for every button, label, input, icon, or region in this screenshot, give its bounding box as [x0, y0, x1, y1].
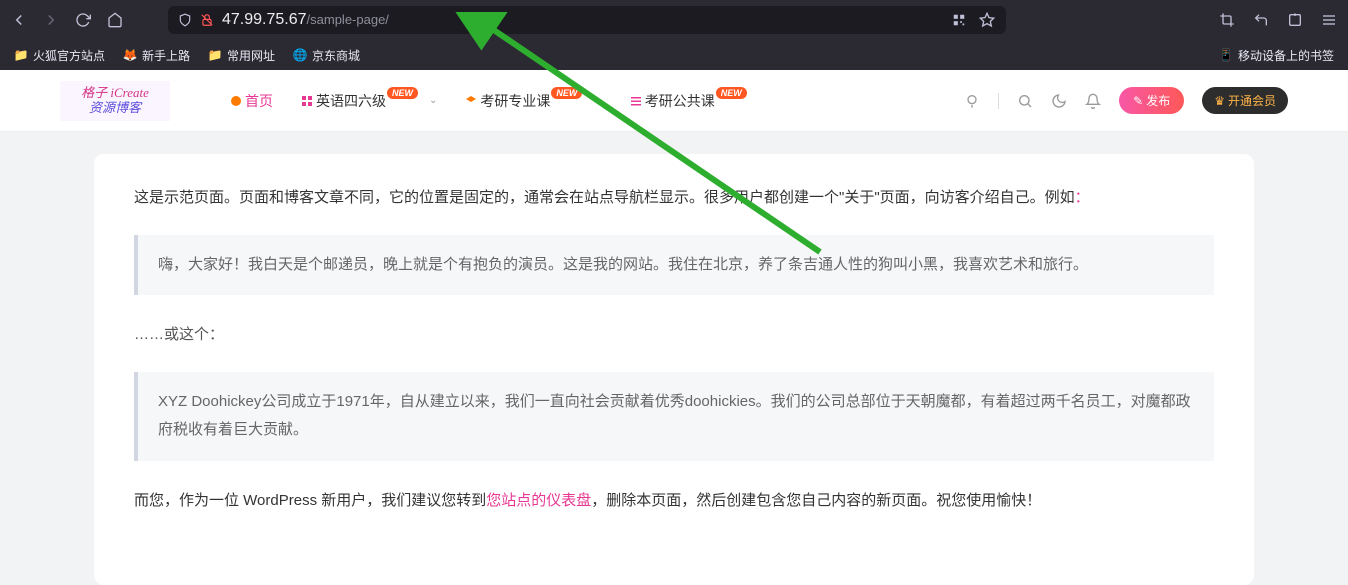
bookmarks-bar: 📁火狐官方站点 🦊新手上路 📁常用网址 🌐京东商城 📱移动设备上的书签 — [0, 40, 1348, 70]
star-icon[interactable] — [978, 11, 996, 29]
quote-block-2: XYZ Doohickey公司成立于1971年，自从建立以来，我们一直向社会贡献… — [134, 372, 1214, 461]
bulb-icon[interactable] — [964, 93, 980, 109]
member-button[interactable]: ♛开通会员 — [1202, 87, 1288, 114]
qr-icon[interactable] — [950, 11, 968, 29]
header-right: ✎发布 ♛开通会员 — [964, 87, 1348, 114]
bookmark-jd[interactable]: 🌐京东商城 — [293, 47, 360, 64]
url-text: 47.99.75.67/sample-page/ — [222, 11, 389, 29]
divider — [998, 93, 999, 109]
back-icon[interactable] — [10, 11, 28, 29]
folder-icon: 📁 — [208, 48, 222, 62]
home-nav-icon — [230, 95, 242, 107]
toolbar-right — [1218, 11, 1338, 29]
url-bar[interactable]: 47.99.75.67/sample-page/ — [168, 6, 1006, 34]
or-paragraph: ……或这个： — [134, 321, 1214, 350]
crop-icon[interactable] — [1218, 11, 1236, 29]
new-badge: NEW — [551, 87, 582, 99]
main-nav: 首页 英语四六级 NEW ⌄ 考研专业课 NEW ⌄ 考研公共课 NEW — [230, 91, 749, 111]
globe-icon: 🌐 — [293, 48, 307, 62]
nav-kaoyan-pub[interactable]: 考研公共课 NEW — [630, 91, 749, 111]
site-header: 格子 iCreate 资源博客 首页 英语四六级 NEW ⌄ 考研专业课 NEW… — [0, 70, 1348, 132]
dashboard-link[interactable]: 您站点的仪表盘 — [486, 492, 591, 509]
menu-icon[interactable] — [1320, 11, 1338, 29]
forward-icon — [42, 11, 60, 29]
content-card: 这是示范页面。页面和博客文章不同，它的位置是固定的，通常会在站点导航栏显示。很多… — [94, 154, 1254, 585]
moon-icon[interactable] — [1051, 93, 1067, 109]
search-icon[interactable] — [1017, 93, 1033, 109]
device-icon: 📱 — [1219, 48, 1233, 62]
bookmark-firefox[interactable]: 📁火狐官方站点 — [14, 47, 105, 64]
chevron-down-icon: ⌄ — [429, 95, 437, 106]
crown-icon: ♛ — [1214, 94, 1225, 108]
bookmark-common[interactable]: 📁常用网址 — [208, 47, 275, 64]
chevron-down-icon: ⌄ — [593, 95, 601, 106]
grid-nav-icon — [301, 95, 313, 107]
mobile-bookmarks[interactable]: 📱移动设备上的书签 — [1219, 47, 1334, 64]
new-badge: NEW — [716, 87, 747, 99]
reload-icon[interactable] — [74, 11, 92, 29]
bookmark-newbie[interactable]: 🦊新手上路 — [123, 47, 190, 64]
intro-paragraph: 这是示范页面。页面和博客文章不同，它的位置是固定的，通常会在站点导航栏显示。很多… — [134, 184, 1214, 213]
content-area: 这是示范页面。页面和博客文章不同，它的位置是固定的，通常会在站点导航栏显示。很多… — [0, 132, 1348, 585]
nav-kaoyan-pro[interactable]: 考研专业课 NEW ⌄ — [465, 91, 601, 111]
folder-icon: 📁 — [14, 48, 28, 62]
nav-home[interactable]: 首页 — [230, 91, 273, 111]
undo-icon[interactable] — [1252, 11, 1270, 29]
nav-english[interactable]: 英语四六级 NEW ⌄ — [301, 91, 437, 111]
firefox-icon: 🦊 — [123, 48, 137, 62]
site-logo[interactable]: 格子 iCreate 资源博客 — [60, 81, 170, 121]
home-icon[interactable] — [106, 11, 124, 29]
outro-paragraph: 而您，作为一位 WordPress 新用户，我们建议您转到您站点的仪表盘，删除本… — [134, 487, 1214, 516]
new-badge: NEW — [387, 87, 418, 99]
shield-icon — [178, 13, 192, 27]
pencil-icon: ✎ — [1133, 94, 1143, 108]
list-nav-icon — [630, 95, 642, 107]
bell-icon[interactable] — [1085, 93, 1101, 109]
extension-icon[interactable] — [1286, 11, 1304, 29]
insecure-lock-icon — [200, 13, 214, 27]
toolbar: 47.99.75.67/sample-page/ — [0, 0, 1348, 40]
browser-chrome: 47.99.75.67/sample-page/ 📁火狐官方站点 🦊新手上路 📁… — [0, 0, 1348, 70]
publish-button[interactable]: ✎发布 — [1119, 87, 1184, 114]
quote-block-1: 嗨，大家好！我白天是个邮递员，晚上就是个有抱负的演员。这是我的网站。我住在北京，… — [134, 235, 1214, 296]
cap-nav-icon — [465, 95, 477, 107]
